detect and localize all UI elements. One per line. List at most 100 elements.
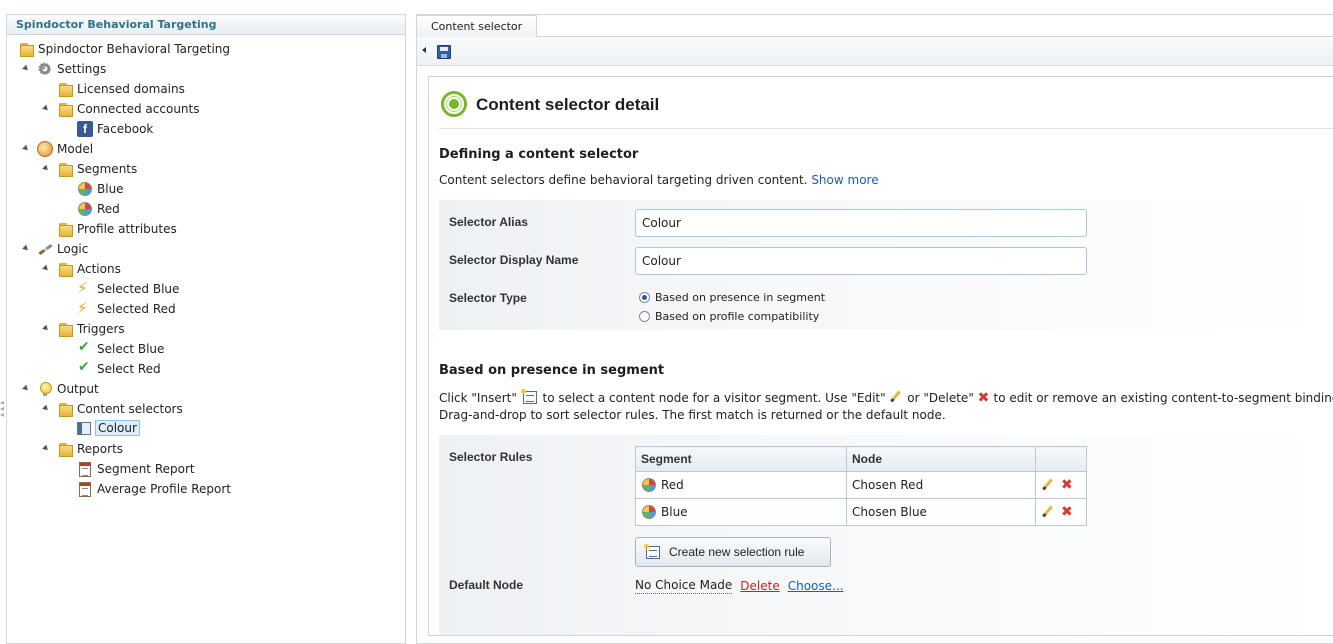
tree-node-label: Segments bbox=[77, 162, 137, 176]
save-icon[interactable] bbox=[437, 45, 451, 59]
tree-node-select-blue[interactable]: Select Blue bbox=[77, 339, 164, 359]
segment-globe-icon bbox=[642, 478, 656, 492]
tree-node-output[interactable]: Output bbox=[23, 379, 99, 399]
tree-node-facebook[interactable]: f Facebook bbox=[77, 119, 153, 139]
tree-node-root[interactable]: Spindoctor Behavioral Targeting bbox=[18, 39, 230, 59]
expand-arrow-icon[interactable] bbox=[22, 65, 30, 73]
rules-help-text-line2: Drag-and-drop to sort selector rules. Th… bbox=[439, 408, 946, 422]
tree-node-label: Selected Red bbox=[97, 302, 176, 316]
report-icon bbox=[79, 482, 91, 497]
tree-node-label: Content selectors bbox=[77, 402, 183, 416]
default-node-delete-link[interactable]: Delete bbox=[740, 579, 779, 593]
content-selector-icon bbox=[77, 422, 91, 435]
section-description: Content selectors define behavioral targ… bbox=[439, 173, 879, 187]
brush-icon bbox=[37, 241, 53, 257]
tree-node-segment-report[interactable]: Segment Report bbox=[77, 459, 195, 479]
radio-label: Based on presence in segment bbox=[655, 291, 825, 304]
tree-node-blue[interactable]: Blue bbox=[77, 179, 124, 199]
actions-cell bbox=[1036, 472, 1087, 499]
content-tree-panel: Spindoctor Behavioral Targeting Spindoct… bbox=[6, 14, 406, 644]
delete-x-icon[interactable] bbox=[1061, 506, 1073, 518]
selector-rules-table: Segment Node Red Chosen Red bbox=[635, 446, 1087, 526]
edit-pencil-icon[interactable] bbox=[1041, 505, 1055, 519]
expand-arrow-icon[interactable] bbox=[42, 165, 50, 173]
segment-globe-icon bbox=[78, 182, 92, 196]
segment-cell: Red bbox=[636, 472, 847, 499]
checkmark-icon bbox=[77, 361, 93, 377]
tree-node-content-selectors[interactable]: Content selectors bbox=[43, 399, 183, 419]
tree-node-label: Blue bbox=[97, 182, 124, 196]
tree-node-label: Selected Blue bbox=[97, 282, 179, 296]
tree-node-licensed-domains[interactable]: Licensed domains bbox=[57, 79, 185, 99]
section-title-presence: Based on presence in segment bbox=[439, 363, 664, 378]
default-node-choose-link[interactable]: Choose... bbox=[788, 579, 844, 593]
tree-node-segments[interactable]: Segments bbox=[43, 159, 137, 179]
tree-node-settings[interactable]: Settings bbox=[23, 59, 106, 79]
tree-node-label: Actions bbox=[77, 262, 121, 276]
tree-node-logic[interactable]: Logic bbox=[23, 239, 88, 259]
expand-arrow-icon[interactable] bbox=[22, 245, 30, 253]
folder-icon bbox=[57, 101, 73, 117]
help-text-part: to edit or remove an existing content-to… bbox=[994, 391, 1333, 405]
delete-x-icon[interactable] bbox=[1061, 479, 1073, 491]
tree-node-reports[interactable]: Reports bbox=[43, 439, 123, 459]
expand-arrow-icon[interactable] bbox=[42, 405, 50, 413]
expand-arrow-icon[interactable] bbox=[42, 105, 50, 113]
insert-icon bbox=[523, 391, 537, 404]
collapse-arrow-icon[interactable] bbox=[422, 47, 426, 53]
tree-node-actions[interactable]: Actions bbox=[43, 259, 121, 279]
radio-profile-compatibility[interactable]: Based on profile compatibility bbox=[639, 310, 819, 323]
table-row[interactable]: Red Chosen Red bbox=[636, 472, 1087, 499]
column-header-node[interactable]: Node bbox=[847, 447, 1036, 472]
folder-icon bbox=[57, 261, 73, 277]
tree-node-label: Output bbox=[57, 382, 99, 396]
segment-cell: Blue bbox=[636, 499, 847, 526]
button-label: Create new selection rule bbox=[669, 545, 804, 559]
tree-node-selected-red[interactable]: Selected Red bbox=[77, 299, 176, 319]
tree-node-label: Model bbox=[57, 142, 93, 156]
section-title-defining: Defining a content selector bbox=[439, 147, 638, 162]
tree-node-select-red[interactable]: Select Red bbox=[77, 359, 161, 379]
create-selection-rule-button[interactable]: Create new selection rule bbox=[635, 537, 831, 567]
lightbulb-icon bbox=[37, 381, 53, 397]
gear-icon bbox=[37, 61, 53, 77]
radio-button-selected[interactable] bbox=[639, 292, 650, 303]
panel-resize-handle[interactable]: ◂◂◂ bbox=[0, 400, 4, 424]
help-text-part: Click "Insert" bbox=[439, 391, 517, 405]
segment-name: Red bbox=[661, 478, 684, 492]
tab-strip: Content selector bbox=[417, 15, 1333, 37]
edit-pencil-icon bbox=[889, 390, 903, 404]
tree-node-label-selected: Colour bbox=[95, 420, 140, 436]
expand-arrow-icon[interactable] bbox=[22, 385, 30, 393]
expand-arrow-icon[interactable] bbox=[42, 445, 50, 453]
tree-node-colour[interactable]: Colour bbox=[77, 418, 140, 438]
show-more-link[interactable]: Show more bbox=[811, 173, 878, 187]
tree-node-selected-blue[interactable]: Selected Blue bbox=[77, 279, 179, 299]
tree-node-profile-attributes[interactable]: Profile attributes bbox=[57, 219, 177, 239]
tree-node-connected-accounts[interactable]: Connected accounts bbox=[43, 99, 200, 119]
tree-node-red[interactable]: Red bbox=[77, 199, 120, 219]
radio-presence-in-segment[interactable]: Based on presence in segment bbox=[639, 291, 825, 304]
target-icon bbox=[441, 91, 467, 117]
checkmark-icon bbox=[77, 341, 93, 357]
column-header-segment[interactable]: Segment bbox=[636, 447, 847, 472]
expand-arrow-icon[interactable] bbox=[42, 325, 50, 333]
page-title: Content selector detail bbox=[476, 95, 659, 115]
selector-display-name-input[interactable] bbox=[635, 247, 1087, 275]
edit-pencil-icon[interactable] bbox=[1041, 478, 1055, 492]
tree-node-average-profile-report[interactable]: Average Profile Report bbox=[77, 479, 231, 499]
tab-content-selector[interactable]: Content selector bbox=[417, 15, 537, 38]
folder-icon bbox=[57, 401, 73, 417]
tree-node-triggers[interactable]: Triggers bbox=[43, 319, 125, 339]
segment-globe-icon bbox=[642, 505, 656, 519]
tree-node-label: Select Blue bbox=[97, 342, 164, 356]
selector-alias-input[interactable] bbox=[635, 209, 1087, 237]
radio-button[interactable] bbox=[639, 311, 650, 322]
default-node-label: Default Node bbox=[449, 578, 523, 592]
folder-icon bbox=[57, 161, 73, 177]
expand-arrow-icon[interactable] bbox=[42, 265, 50, 273]
tree-node-model[interactable]: Model bbox=[23, 139, 93, 159]
expand-arrow-icon[interactable] bbox=[22, 145, 30, 153]
table-row[interactable]: Blue Chosen Blue bbox=[636, 499, 1087, 526]
description-text: Content selectors define behavioral targ… bbox=[439, 173, 807, 187]
